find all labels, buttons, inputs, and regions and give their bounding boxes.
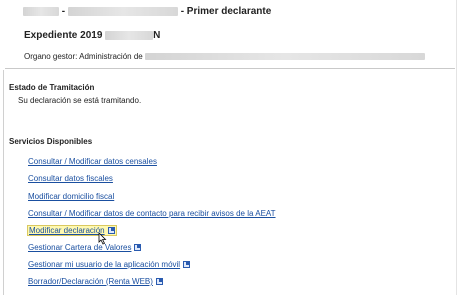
link-modificar-domicilio[interactable]: Modificar domicilio fiscal — [28, 192, 114, 201]
expediente-label: Expediente 2019 — [24, 30, 103, 41]
external-link-icon — [107, 227, 115, 234]
link-consultar-datos-censales[interactable]: Consultar / Modificar datos censales — [28, 157, 157, 166]
redacted-name — [67, 6, 178, 16]
redacted-expediente-number — [105, 30, 154, 40]
taxpayer-header: - - Primer declarante — [23, 6, 271, 17]
expediente-title: Expediente 2019 N — [24, 30, 160, 41]
redacted-nif — [23, 6, 59, 16]
link-renta-web[interactable]: Borrador/Declaración (Renta WEB) — [28, 277, 163, 286]
external-link-icon — [183, 261, 191, 268]
external-link-icon — [155, 278, 163, 285]
link-usuario-movil[interactable]: Gestionar mi usuario de la aplicación mó… — [28, 260, 191, 269]
servicios-title: Servicios Disponibles — [9, 137, 93, 146]
organo-gestor: Organo gestor: Administración de — [24, 52, 425, 61]
right-border — [456, 0, 457, 295]
mouse-pointer-icon — [98, 233, 107, 245]
link-datos-contacto[interactable]: Consultar / Modificar datos de contacto … — [28, 209, 276, 218]
expediente-panel — [5, 21, 455, 69]
left-border — [3, 70, 4, 295]
redacted-organo — [144, 53, 425, 61]
declarant-role: - Primer declarante — [180, 6, 272, 17]
estado-title: Estado de Tramitación — [9, 83, 95, 92]
expediente-suffix: N — [153, 30, 161, 41]
external-link-icon — [134, 244, 142, 251]
estado-text: Su declaración se está tramitando. — [18, 96, 142, 105]
organo-label: Organo gestor: Administración de — [24, 52, 143, 61]
header-separator: - — [61, 6, 66, 17]
link-cartera-valores[interactable]: Gestionar Cartera de Valores — [28, 243, 142, 252]
link-consultar-datos-fiscales[interactable]: Consultar datos fiscales — [28, 174, 113, 183]
